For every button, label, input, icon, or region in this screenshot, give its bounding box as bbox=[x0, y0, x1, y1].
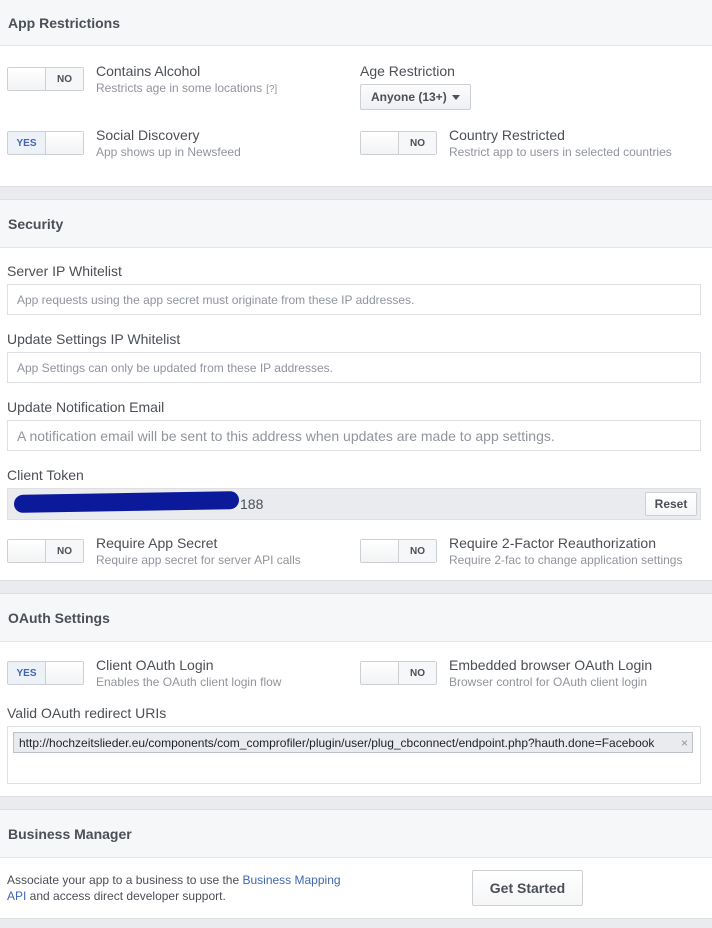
social-discovery-desc: App shows up in Newsfeed bbox=[96, 145, 241, 159]
section-header: Security bbox=[0, 200, 712, 248]
client-token-suffix: 188 bbox=[240, 496, 264, 512]
contains-alcohol-label: Contains Alcohol bbox=[96, 63, 201, 79]
toggle-state: NO bbox=[398, 132, 436, 154]
business-text-before: Associate your app to a business to use … bbox=[7, 873, 243, 887]
section-header: OAuth Settings bbox=[0, 594, 712, 642]
require-2fa-toggle[interactable]: NO bbox=[360, 539, 437, 563]
notification-email-input[interactable] bbox=[7, 420, 701, 451]
toggle-knob bbox=[361, 132, 398, 154]
business-text-after: and access direct developer support. bbox=[26, 889, 226, 903]
social-discovery-toggle[interactable]: YES bbox=[7, 131, 84, 155]
toggle-knob bbox=[46, 132, 83, 154]
settings-ip-input[interactable] bbox=[7, 352, 701, 383]
age-restriction-dropdown[interactable]: Anyone (13+) bbox=[360, 84, 471, 110]
toggle-state: YES bbox=[8, 662, 46, 684]
reset-token-button[interactable]: Reset bbox=[645, 492, 697, 516]
section-title: Security bbox=[8, 216, 64, 232]
require-app-secret-desc: Require app secret for server API calls bbox=[96, 553, 301, 567]
require-app-secret-label: Require App Secret bbox=[96, 535, 218, 551]
settings-ip-label: Update Settings IP Whitelist bbox=[7, 331, 181, 347]
toggle-state: NO bbox=[398, 540, 436, 562]
toggle-knob bbox=[361, 662, 398, 684]
require-2fa-label: Require 2-Factor Reauthorization bbox=[449, 535, 656, 551]
desc-text: Restricts age in some locations bbox=[96, 81, 263, 95]
toggle-state: YES bbox=[8, 132, 46, 154]
dropdown-value: Anyone (13+) bbox=[371, 90, 447, 104]
toggle-knob bbox=[8, 540, 45, 562]
country-restricted-label: Country Restricted bbox=[449, 127, 565, 143]
require-app-secret-toggle[interactable]: NO bbox=[7, 539, 84, 563]
caret-down-icon bbox=[451, 94, 460, 100]
section-title: Business Manager bbox=[8, 826, 132, 842]
contains-alcohol-toggle[interactable]: NO bbox=[7, 67, 84, 91]
server-ip-input[interactable] bbox=[7, 284, 701, 315]
section-header: App Restrictions bbox=[0, 0, 712, 46]
get-started-button[interactable]: Get Started bbox=[472, 870, 583, 906]
country-restricted-toggle[interactable]: NO bbox=[360, 131, 437, 155]
age-restriction-label: Age Restriction bbox=[360, 63, 455, 79]
notification-email-label: Update Notification Email bbox=[7, 399, 165, 415]
security-section: Security bbox=[0, 199, 712, 581]
redirect-uris-label: Valid OAuth redirect URIs bbox=[7, 705, 167, 721]
toggle-state: NO bbox=[45, 68, 83, 90]
client-oauth-login-desc: Enables the OAuth client login flow bbox=[96, 675, 282, 689]
remove-icon[interactable]: × bbox=[681, 736, 688, 750]
embedded-oauth-login-desc: Browser control for OAuth client login bbox=[449, 675, 648, 689]
toggle-knob bbox=[46, 662, 83, 684]
app-restrictions-section: App Restrictions NO Contains Alcohol Res… bbox=[0, 0, 712, 187]
section-header: Business Manager bbox=[0, 810, 712, 858]
require-2fa-desc: Require 2-fac to change application sett… bbox=[449, 553, 683, 567]
section-title: App Restrictions bbox=[8, 15, 121, 31]
embedded-oauth-login-toggle[interactable]: NO bbox=[360, 661, 437, 685]
redirect-uri-text: http://hochzeitslieder.eu/components/com… bbox=[19, 735, 655, 750]
contains-alcohol-desc: Restricts age in some locations [?] bbox=[96, 81, 277, 95]
business-description: Associate your app to a business to use … bbox=[7, 872, 357, 904]
section-title: OAuth Settings bbox=[8, 610, 110, 626]
toggle-knob bbox=[8, 68, 45, 90]
redirect-uri-token[interactable]: http://hochzeitslieder.eu/components/com… bbox=[13, 732, 693, 753]
country-restricted-desc: Restrict app to users in selected countr… bbox=[449, 145, 672, 159]
help-icon[interactable]: [?] bbox=[266, 84, 277, 95]
toggle-knob bbox=[361, 540, 398, 562]
client-token-label: Client Token bbox=[7, 467, 84, 483]
client-oauth-login-toggle[interactable]: YES bbox=[7, 661, 84, 685]
toggle-state: NO bbox=[45, 540, 83, 562]
social-discovery-label: Social Discovery bbox=[96, 127, 200, 143]
client-oauth-login-label: Client OAuth Login bbox=[96, 657, 214, 673]
toggle-state: NO bbox=[398, 662, 436, 684]
redirect-uris-field[interactable]: http://hochzeitslieder.eu/components/com… bbox=[7, 726, 701, 784]
embedded-oauth-login-label: Embedded browser OAuth Login bbox=[449, 657, 653, 673]
server-ip-label: Server IP Whitelist bbox=[7, 263, 122, 279]
